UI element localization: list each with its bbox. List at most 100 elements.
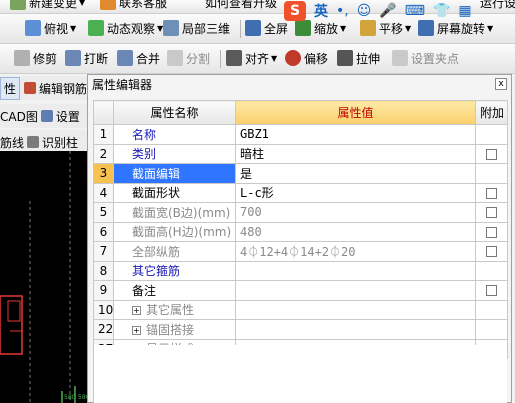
offset-icon	[285, 50, 301, 66]
grid-header: 属性名称 属性值 附加	[93, 100, 508, 125]
property-name[interactable]: + 其它属性	[113, 299, 236, 320]
property-name[interactable]: 截面编辑	[113, 163, 236, 184]
table-row[interactable]: 1 名称 GBZ1	[93, 124, 508, 145]
row-number: 7	[93, 241, 114, 262]
column-outline	[0, 295, 23, 355]
align-icon	[226, 50, 242, 66]
table-row[interactable]: 3 截面编辑 是	[93, 163, 508, 184]
skin-icon[interactable]: 👕	[433, 3, 450, 19]
trim-button[interactable]: 修剪	[14, 44, 57, 72]
table-row[interactable]: 10 + 其它属性	[93, 299, 508, 320]
extra-cell	[475, 241, 508, 262]
offset-button[interactable]: 偏移	[285, 44, 328, 72]
contact-icon	[100, 0, 116, 10]
break-icon	[65, 50, 81, 66]
header-extra[interactable]: 附加	[475, 100, 508, 125]
drawing-canvas[interactable]: 580 580	[0, 151, 90, 403]
toolbox-icon[interactable]: ▦	[458, 3, 471, 19]
extra-checkbox[interactable]	[486, 226, 497, 238]
edit-rebar-tab[interactable]: 编辑钢筋	[39, 80, 87, 97]
extra-cell	[475, 319, 508, 340]
keyboard-icon[interactable]: ⌨	[405, 3, 425, 19]
property-name[interactable]: 全部纵筋	[113, 241, 236, 262]
property-name[interactable]: 名称	[113, 124, 236, 145]
table-row[interactable]: 5 截面宽(B边)(mm) 700	[93, 202, 508, 223]
extra-cell	[475, 182, 508, 203]
merge-button[interactable]: 合并	[117, 44, 160, 72]
header-value[interactable]: 属性值	[235, 100, 476, 125]
property-name[interactable]: + 锚固搭接	[113, 319, 236, 340]
property-name[interactable]: 备注	[113, 280, 236, 301]
punctuation-icon[interactable]: •,	[336, 3, 349, 19]
header-name[interactable]: 属性名称	[113, 100, 236, 125]
properties-tab[interactable]: 性	[0, 76, 21, 100]
extra-checkbox[interactable]	[486, 207, 497, 219]
contact-service-button[interactable]: 联系客服	[100, 0, 167, 10]
property-value[interactable]	[235, 299, 476, 320]
cad-tab[interactable]: CAD图	[0, 108, 38, 125]
partial-3d-button[interactable]: 局部三维	[163, 14, 230, 42]
property-value[interactable]	[235, 260, 476, 281]
table-row[interactable]: 6 截面高(H边)(mm) 480	[93, 221, 508, 242]
partial-3d-icon	[163, 20, 179, 36]
microphone-icon[interactable]: 🎤	[379, 3, 396, 19]
ime-mode-toggle[interactable]: 英	[314, 1, 328, 21]
property-value[interactable]: 4⏀12+4⏀14+2⏀20	[235, 241, 476, 262]
extra-checkbox[interactable]	[486, 285, 497, 297]
table-row[interactable]: 4 截面形状 L-c形	[93, 182, 508, 203]
dynamic-view-button[interactable]: 动态观察 ▼	[88, 14, 163, 42]
setting-tab[interactable]: 设置	[56, 108, 80, 125]
property-name-label: 其它属性	[146, 303, 195, 318]
table-row[interactable]: 8 其它箍筋	[93, 260, 508, 281]
property-name[interactable]: 截面形状	[113, 182, 236, 203]
property-editor-title[interactable]: 属性编辑器	[88, 75, 511, 95]
property-value[interactable]	[235, 280, 476, 301]
set-grip-button[interactable]: 设置夹点	[392, 44, 459, 72]
table-row[interactable]: 9 备注	[93, 280, 508, 301]
property-name[interactable]: 类别	[113, 143, 236, 164]
cad-row: CAD图 设置	[0, 104, 88, 128]
sogou-logo-icon[interactable]: S	[284, 1, 306, 21]
expand-icon[interactable]: +	[132, 306, 141, 316]
property-value[interactable]: L-c形	[235, 182, 476, 203]
extra-checkbox[interactable]	[486, 246, 497, 258]
property-value[interactable]: 是	[235, 163, 476, 184]
property-editor: 属性编辑器 x 属性名称 属性值 附加 1 名称 GBZ1 2 类别 暗柱 3 截面编辑 是 4 截…	[87, 74, 512, 403]
align-button[interactable]: 对齐 ▼	[226, 44, 277, 72]
rotate-icon	[418, 20, 434, 36]
property-name-label: 类别	[132, 147, 157, 162]
property-value[interactable]: 700	[235, 202, 476, 223]
table-row[interactable]: 7 全部纵筋 4⏀12+4⏀14+2⏀20	[93, 241, 508, 262]
property-value[interactable]: GBZ1	[235, 124, 476, 145]
property-value[interactable]: 暗柱	[235, 143, 476, 164]
property-name[interactable]: 其它箍筋	[113, 260, 236, 281]
property-name-label: 锚固搭接	[146, 322, 195, 337]
row-number: 4	[93, 182, 114, 203]
row-number: 10	[93, 299, 114, 320]
break-button[interactable]: 打断	[65, 44, 108, 72]
extra-checkbox[interactable]	[486, 148, 497, 160]
close-icon[interactable]: x	[495, 78, 507, 90]
property-name[interactable]: 截面高(H边)(mm)	[113, 221, 236, 242]
property-value[interactable]: 480	[235, 221, 476, 242]
stretch-button[interactable]: 拉伸	[337, 44, 380, 72]
top-view-button[interactable]: 俯视 ▼	[25, 14, 76, 42]
extra-checkbox[interactable]	[486, 187, 497, 199]
expand-icon[interactable]: +	[132, 325, 141, 335]
new-change-button[interactable]: 新建变更 ▼	[10, 0, 85, 10]
property-value[interactable]	[235, 319, 476, 340]
setting-icon	[40, 110, 53, 122]
left-tab-row: 性 编辑钢筋	[0, 76, 88, 100]
stretch-icon	[337, 50, 353, 66]
promo-link[interactable]: 如何查看升级	[205, 0, 277, 10]
table-row[interactable]: 2 类别 暗柱	[93, 143, 508, 164]
emoji-icon[interactable]: ☺	[357, 3, 372, 19]
ime-toolbar: S 英 •, ☺ 🎤 ⌨ 👕 ▦	[282, 0, 500, 22]
table-row[interactable]: 22 + 锚固搭接	[93, 319, 508, 340]
left-panel: 性 编辑钢筋 CAD图 设置 筋线 识别柱 580 580	[0, 74, 90, 403]
rebar-line-button[interactable]: 筋线	[0, 134, 24, 151]
row-number: 5	[93, 202, 114, 223]
property-name[interactable]: 截面宽(B边)(mm)	[113, 202, 236, 223]
identify-column-button[interactable]: 识别柱	[42, 134, 78, 151]
split-button[interactable]: 分割	[167, 44, 210, 72]
